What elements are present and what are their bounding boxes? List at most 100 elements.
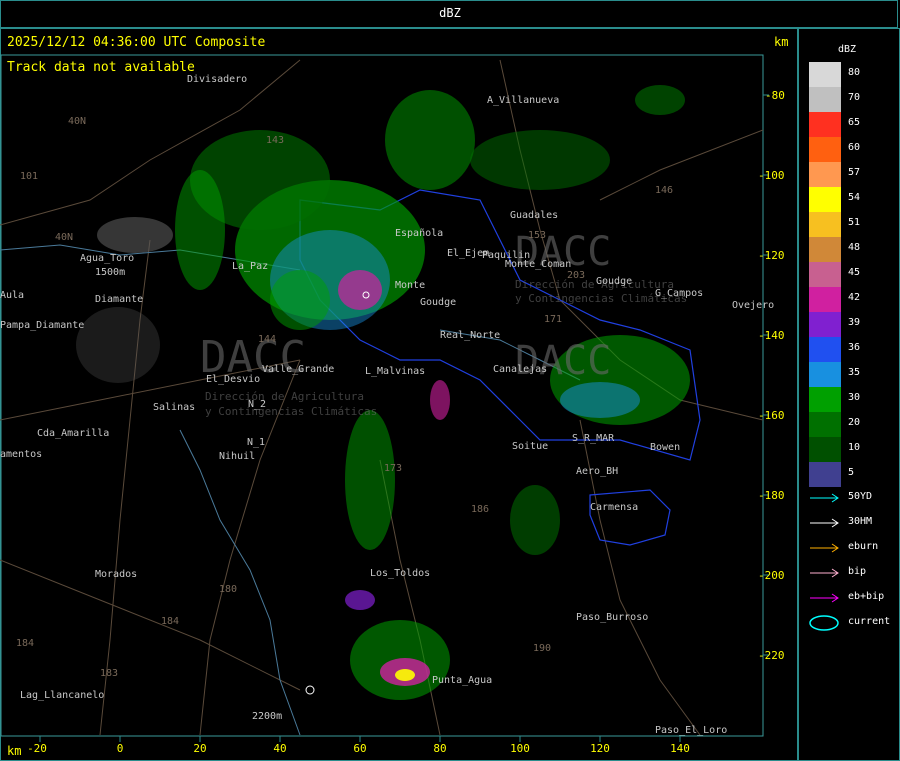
x-tick-labels: -20 0 20 40 60 80 100 120 140 <box>27 742 690 755</box>
legend-value: 42 <box>848 292 861 303</box>
legend-value: 60 <box>848 142 861 153</box>
legend-swatch <box>809 462 841 487</box>
legend-swatch <box>809 187 841 212</box>
legend-value: 35 <box>848 367 861 378</box>
svg-text:DACC: DACC <box>515 338 611 384</box>
place-label: Soitue <box>512 441 548 452</box>
legend-swatch <box>809 62 841 87</box>
legend-swatch <box>809 237 841 262</box>
route-label: 101 <box>20 171 38 182</box>
place-label: Canalejas <box>493 364 547 375</box>
track-legend-label: 50YD <box>848 491 873 502</box>
y-tick-labels: -80 -100 -120 -140 -160 -180 -200 -220 <box>758 89 785 662</box>
legend-value: 30 <box>848 392 861 403</box>
place-label: Paso_Burroso <box>576 612 648 623</box>
units-label-top: km <box>774 35 789 49</box>
place-label: Punta_Agua <box>432 675 492 686</box>
legend-value: 36 <box>848 342 861 353</box>
legend-swatch <box>809 312 841 337</box>
x-tick: -20 <box>27 742 47 755</box>
legend-value: 51 <box>848 217 861 228</box>
route-label: 40N <box>55 232 73 243</box>
x-tick: 100 <box>510 742 530 755</box>
arrow-icon <box>810 543 839 553</box>
y-tick: -100 <box>758 169 785 182</box>
route-label: 180 <box>219 584 237 595</box>
place-label: Goudge <box>420 297 456 308</box>
legend-value: 10 <box>848 442 861 453</box>
legend-swatch <box>809 337 841 362</box>
legend-value: 57 <box>848 167 861 178</box>
x-tick: 60 <box>353 742 366 755</box>
place-label: S_R_MAR <box>572 433 615 444</box>
x-tick: 80 <box>433 742 446 755</box>
arrow-icon <box>810 518 839 528</box>
svg-text:y Contingencias Climáticas: y Contingencias Climáticas <box>205 405 377 418</box>
svg-text:Dirección de Agricultura: Dirección de Agricultura <box>515 278 674 291</box>
legend-swatch <box>809 137 841 162</box>
y-tick: -140 <box>758 329 785 342</box>
radar-map[interactable]: -20 0 20 40 60 80 100 120 140 -80 -100 -… <box>0 28 798 761</box>
place-label: Ovejero <box>732 300 774 311</box>
arrow-icon <box>810 568 839 578</box>
route-label: 143 <box>266 135 284 146</box>
place-label: Real_Norte <box>440 330 500 341</box>
legend-value: 39 <box>848 317 861 328</box>
legend-value: 70 <box>848 92 861 103</box>
legend-value: 54 <box>848 192 861 203</box>
arrow-icon <box>810 493 839 503</box>
x-tick: 40 <box>273 742 286 755</box>
legend-swatch <box>809 387 841 412</box>
y-tick: -80 <box>765 89 785 102</box>
place-label: Nihuil <box>219 451 255 462</box>
page-title: dBZ <box>439 6 461 20</box>
y-tick: -120 <box>758 249 785 262</box>
legend-swatch <box>809 287 841 312</box>
legend-swatch <box>809 412 841 437</box>
legend-value: 20 <box>848 417 861 428</box>
x-tick: 20 <box>193 742 206 755</box>
route-label: 144 <box>258 334 276 345</box>
place-label: El_Desvio <box>206 374 260 385</box>
track-legend-label: current <box>848 616 891 627</box>
route-label: 186 <box>471 504 489 515</box>
units-label-bottom: km <box>7 744 22 758</box>
place-label: 1500m <box>95 267 125 278</box>
route-label: 40N <box>68 116 86 127</box>
x-tick: 0 <box>117 742 124 755</box>
place-label: Española <box>395 228 443 239</box>
place-label: Bowen <box>650 442 680 453</box>
place-label: Divisadero <box>187 74 247 85</box>
place-label: Valle_Grande <box>262 364 334 375</box>
place-label: L_Malvinas <box>365 366 425 377</box>
x-tick: 120 <box>590 742 610 755</box>
place-label: Los_Toldos <box>370 568 430 579</box>
legend-swatch <box>809 162 841 187</box>
place-label: Agua_Toro <box>80 253 134 264</box>
place-label: 2200m <box>252 711 282 722</box>
place-label: Carmensa <box>590 502 638 513</box>
place-label: Pampa_Diamante <box>0 320 84 331</box>
route-label: 190 <box>533 643 551 654</box>
place-label: Goudge <box>596 276 632 287</box>
svg-text:Dirección de Agricultura: Dirección de Agricultura <box>205 390 364 403</box>
track-legend-label: bip <box>848 566 867 577</box>
legend-value: 5 <box>848 467 855 478</box>
legend-title: dBZ <box>838 44 857 55</box>
place-label: Paso_El_Loro <box>655 725 727 736</box>
legend-value: 80 <box>848 67 861 78</box>
ellipse-icon <box>809 615 839 631</box>
route-label: 184 <box>161 616 179 627</box>
x-tick: 140 <box>670 742 690 755</box>
legend-value: 45 <box>848 267 861 278</box>
route-label: 203 <box>567 270 585 281</box>
place-label: Diamante <box>95 294 143 305</box>
district-boundary <box>589 489 671 546</box>
y-tick: -160 <box>758 409 785 422</box>
route-label: 171 <box>544 314 562 325</box>
place-label: A_Villanueva <box>487 95 559 106</box>
place-label: Monte_Coman <box>505 259 571 270</box>
place-label: Guadales <box>510 210 558 221</box>
legend-swatch <box>809 87 841 112</box>
track-legend-label: eb+bip <box>848 591 885 602</box>
